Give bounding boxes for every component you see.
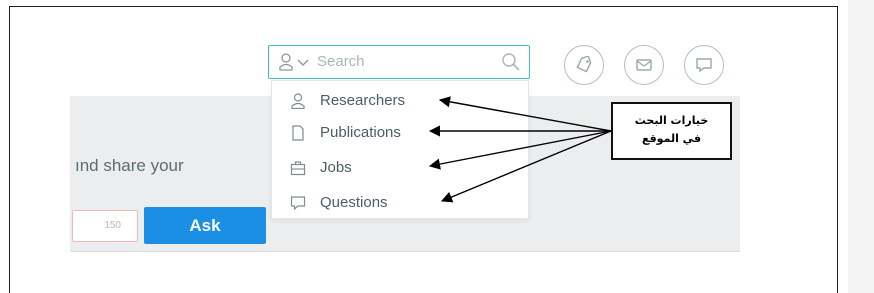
annotation-callout: خيارات البحث في الموقع — [611, 102, 732, 160]
document-icon — [292, 125, 304, 141]
dropdown-item-label: Questions — [320, 194, 388, 211]
annotation-line-1: خيارات البحث — [634, 114, 709, 127]
mail-icon — [636, 59, 652, 71]
dropdown-item-label: Publications — [320, 124, 401, 141]
dropdown-item-publications[interactable]: Publications — [272, 119, 530, 149]
user-icon[interactable] — [279, 53, 293, 71]
briefcase-icon — [290, 161, 306, 176]
annotation-line-2: في الموقع — [641, 132, 702, 145]
chevron-down-icon[interactable] — [297, 57, 309, 67]
tag-icon — [576, 56, 592, 73]
search-scope-dropdown: Researchers Publications Jobs Questions — [271, 80, 529, 219]
dropdown-item-researchers[interactable]: Researchers — [272, 87, 530, 117]
dropdown-item-label: Jobs — [320, 159, 352, 176]
dropdown-item-jobs[interactable]: Jobs — [272, 154, 530, 184]
character-counter-field[interactable]: 150 — [72, 210, 138, 242]
messages-button[interactable] — [624, 45, 664, 85]
search-input[interactable]: Search — [268, 45, 530, 79]
chat-icon — [696, 58, 712, 73]
question-bubble-icon — [290, 196, 306, 211]
chat-button[interactable] — [684, 45, 724, 85]
dropdown-item-questions[interactable]: Questions — [272, 189, 530, 219]
character-count: 150 — [104, 220, 121, 231]
search-icon[interactable] — [501, 52, 521, 72]
search-placeholder: Search — [317, 53, 365, 70]
dropdown-item-label: Researchers — [320, 92, 406, 109]
content-area — [70, 251, 740, 293]
ask-intro-text: ınd share your — [75, 156, 184, 175]
researcher-icon — [291, 93, 305, 109]
side-panel — [848, 0, 874, 293]
tag-button[interactable] — [564, 45, 604, 85]
ask-button[interactable]: Ask — [144, 207, 266, 244]
